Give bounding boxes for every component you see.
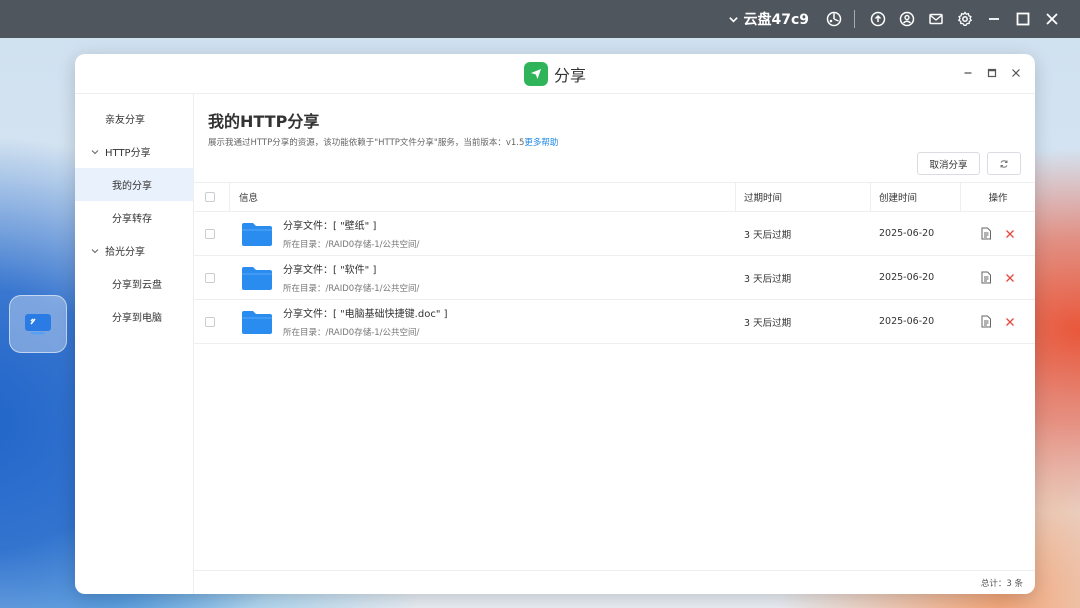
table-row[interactable]: 分享文件：[ "壁纸" ] 所在目录：/RAID0存储-1/公共空间/ 3 天后…	[194, 212, 1035, 256]
sidebar: 亲友分享 HTTP分享 我的分享 分享转存 拾光分享 分享到云盘 分享到电脑	[75, 94, 194, 594]
page-title: 我的HTTP分享	[208, 112, 320, 131]
sidebar-item-share-to-pc[interactable]: 分享到电脑	[75, 300, 193, 333]
gear-icon[interactable]	[951, 5, 979, 33]
share-app-window: 分享 亲友分享 HTTP分享 我的分享 分享转存 拾光分享 分享到云盘 分享到电…	[75, 54, 1035, 594]
delete-icon[interactable]	[1003, 227, 1017, 241]
folder-icon	[242, 222, 272, 246]
row-checkbox[interactable]	[205, 316, 215, 327]
expire-time: 3 天后过期	[744, 317, 792, 329]
select-all-checkbox[interactable]	[205, 192, 215, 202]
expire-time: 3 天后过期	[744, 229, 792, 241]
share-file-name: 分享文件：[ "软件" ]	[283, 265, 377, 276]
sidebar-item-label: 拾光分享	[105, 247, 145, 258]
created-time: 2025-06-20	[879, 272, 935, 283]
folder-icon	[242, 266, 272, 290]
chevron-down-icon	[91, 148, 101, 156]
row-checkbox[interactable]	[205, 272, 215, 283]
help-link[interactable]: 更多帮助	[524, 138, 558, 148]
system-topbar: 云盘47c9	[0, 0, 1080, 38]
sidebar-group-http-share[interactable]: HTTP分享	[75, 135, 193, 168]
window-minimize-icon[interactable]	[957, 62, 979, 84]
sidebar-item-share-transfer[interactable]: 分享转存	[75, 201, 193, 234]
sidebar-item-share-to-cloud[interactable]: 分享到云盘	[75, 267, 193, 300]
column-header-ops: 操作	[988, 193, 1008, 204]
upload-icon[interactable]	[864, 5, 892, 33]
delete-icon[interactable]	[1003, 271, 1017, 285]
share-file-path: 所在目录：/RAID0存储-1/公共空间/	[283, 284, 420, 294]
created-time: 2025-06-20	[879, 228, 935, 239]
document-detail-icon[interactable]	[979, 271, 993, 285]
dashboard-icon[interactable]	[820, 5, 848, 33]
sidebar-item-label: 亲友分享	[105, 115, 145, 126]
delete-icon[interactable]	[1003, 315, 1017, 329]
column-header-info[interactable]: 信息	[230, 183, 736, 211]
main-content: 我的HTTP分享 展示我通过HTTP分享的资源，该功能依赖于"HTTP文件分享"…	[194, 94, 1035, 594]
refresh-button[interactable]	[987, 152, 1021, 175]
share-file-name: 分享文件：[ "电脑基础快捷键.doc" ]	[283, 309, 448, 320]
page-description: 展示我通过HTTP分享的资源，该功能依赖于"HTTP文件分享"服务，当前版本：v…	[208, 136, 558, 148]
account-switcher[interactable]: 云盘47c9	[728, 9, 809, 29]
sidebar-item-label: 我的分享	[112, 181, 152, 192]
description-text: 展示我通过HTTP分享的资源，该功能依赖于"HTTP文件分享"服务，当前版本：v…	[208, 138, 525, 148]
chevron-down-icon	[728, 14, 739, 25]
sidebar-item-friends-share[interactable]: 亲友分享	[75, 102, 193, 135]
close-icon[interactable]	[1038, 5, 1066, 33]
column-header-expire[interactable]: 过期时间	[736, 183, 871, 211]
cancel-share-button[interactable]: 取消分享	[917, 152, 980, 175]
sidebar-item-label: 分享转存	[112, 214, 152, 225]
sidebar-item-my-shares[interactable]: 我的分享	[75, 168, 193, 201]
expire-time: 3 天后过期	[744, 273, 792, 285]
refresh-icon	[999, 154, 1009, 173]
maximize-icon[interactable]	[1009, 5, 1037, 33]
sidebar-group-moments-share[interactable]: 拾光分享	[75, 234, 193, 267]
row-checkbox[interactable]	[205, 228, 215, 239]
window-maximize-icon[interactable]	[981, 62, 1003, 84]
table-row[interactable]: 分享文件：[ "软件" ] 所在目录：/RAID0存储-1/公共空间/ 3 天后…	[194, 256, 1035, 300]
account-label: 云盘47c9	[743, 12, 809, 28]
share-app-logo-icon	[523, 61, 548, 86]
folder-icon	[242, 310, 272, 334]
window-titlebar: 分享	[75, 54, 1035, 94]
sidebar-item-label: 分享到云盘	[112, 280, 162, 291]
window-title: 分享	[553, 65, 586, 85]
chevron-down-icon	[91, 247, 101, 255]
table-row[interactable]: 分享文件：[ "电脑基础快捷键.doc" ] 所在目录：/RAID0存储-1/公…	[194, 300, 1035, 344]
divider	[854, 10, 855, 28]
share-file-name: 分享文件：[ "壁纸" ]	[283, 221, 377, 232]
share-file-path: 所在目录：/RAID0存储-1/公共空间/	[283, 240, 420, 250]
document-detail-icon[interactable]	[979, 315, 993, 329]
total-count: 总计：3 条	[980, 578, 1023, 589]
sidebar-item-label: 分享到电脑	[112, 313, 162, 324]
mail-icon[interactable]	[922, 5, 950, 33]
share-file-path: 所在目录：/RAID0存储-1/公共空间/	[283, 328, 420, 338]
sidebar-item-label: HTTP分享	[105, 148, 151, 159]
user-icon[interactable]	[893, 5, 921, 33]
column-header-created[interactable]: 创建时间	[871, 183, 961, 211]
created-time: 2025-06-20	[879, 316, 935, 327]
remote-desktop-icon[interactable]	[9, 295, 67, 353]
window-close-icon[interactable]	[1005, 62, 1027, 84]
shares-table: 信息 过期时间 创建时间 操作 分享文件：[ "壁纸" ] 所在目录：/RAID…	[194, 182, 1035, 344]
minimize-icon[interactable]	[980, 5, 1008, 33]
document-detail-icon[interactable]	[979, 227, 993, 241]
table-header: 信息 过期时间 创建时间 操作	[194, 182, 1035, 212]
table-footer: 总计：3 条	[194, 570, 1035, 594]
